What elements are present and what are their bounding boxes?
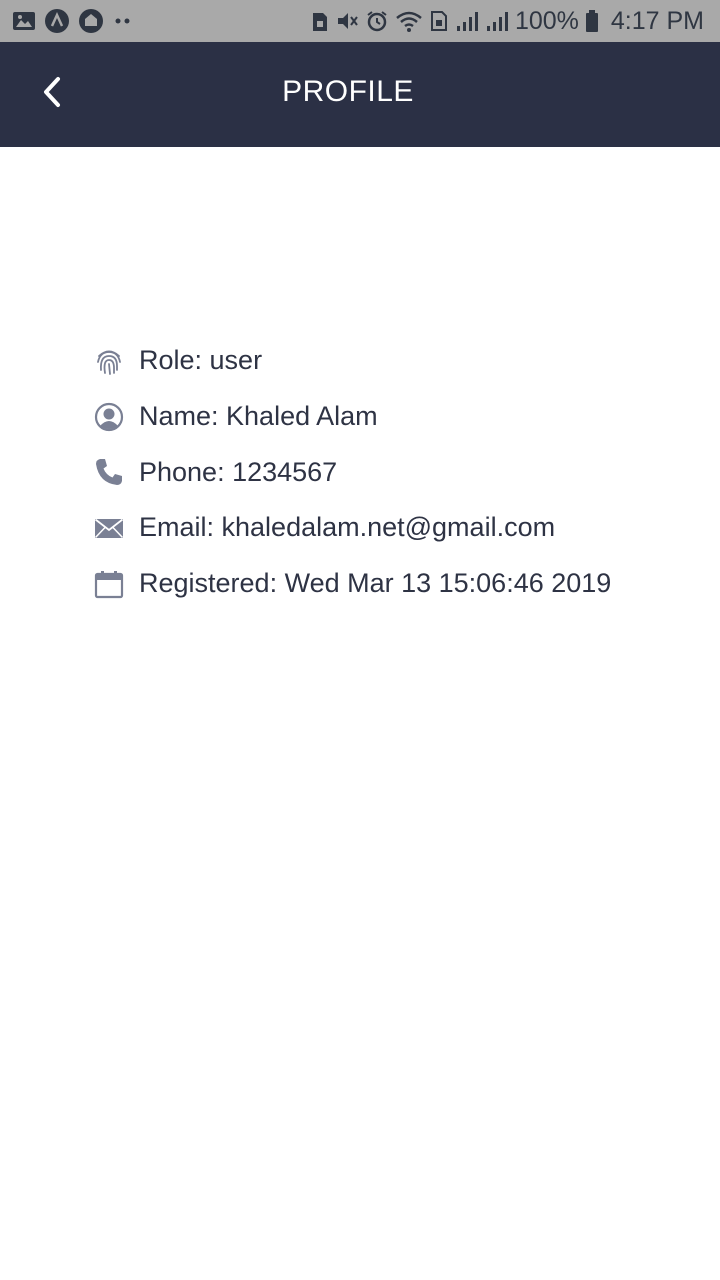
signal-icon	[455, 10, 479, 32]
phone-icon	[94, 457, 124, 487]
profile-row-phone: Phone: 1234567	[94, 444, 694, 500]
status-time: 4:17 PM	[610, 6, 704, 35]
profile-row-registered: Registered: Wed Mar 13 15:06:46 2019	[94, 556, 694, 612]
page-title-text: PROFILE	[282, 75, 414, 108]
fingerprint-icon	[94, 346, 124, 376]
profile-row-email: Email: khaledalam.net@gmail.com	[94, 500, 694, 556]
role-text: Role: user	[139, 345, 263, 376]
status-bar-right: 100% 4:17 PM	[311, 6, 704, 35]
phone-text: Phone: 1234567	[139, 456, 338, 487]
app-circle-icon-2	[78, 8, 104, 34]
signal-icon-2	[485, 10, 509, 32]
app-header: PROFILE	[0, 42, 720, 147]
user-circle-icon	[94, 402, 124, 432]
page-title: PROFILE	[0, 75, 720, 109]
more-dots-icon	[112, 16, 134, 26]
alarm-icon	[365, 9, 389, 33]
image-icon	[12, 10, 36, 32]
calendar-icon	[94, 569, 124, 599]
envelope-icon	[94, 513, 124, 543]
battery-percent: 100%	[514, 6, 579, 35]
profile-info-list: Role: user Name: Khaled Alam Phone: 1234…	[94, 333, 694, 611]
wifi-icon	[395, 9, 423, 33]
battery-icon	[585, 9, 599, 33]
sim-icon	[429, 9, 449, 33]
vibrate-mute-icon	[335, 9, 359, 33]
name-text: Name: Khaled Alam	[139, 401, 378, 432]
profile-row-name: Name: Khaled Alam	[94, 389, 694, 445]
sim-lock-icon	[311, 9, 329, 33]
app-circle-icon	[44, 8, 70, 34]
profile-row-role: Role: user	[94, 333, 694, 389]
status-bar: 100% 4:17 PM	[0, 0, 720, 42]
status-bar-left	[12, 8, 134, 34]
email-text: Email: khaledalam.net@gmail.com	[139, 512, 556, 543]
registered-text: Registered: Wed Mar 13 15:06:46 2019	[139, 568, 612, 599]
